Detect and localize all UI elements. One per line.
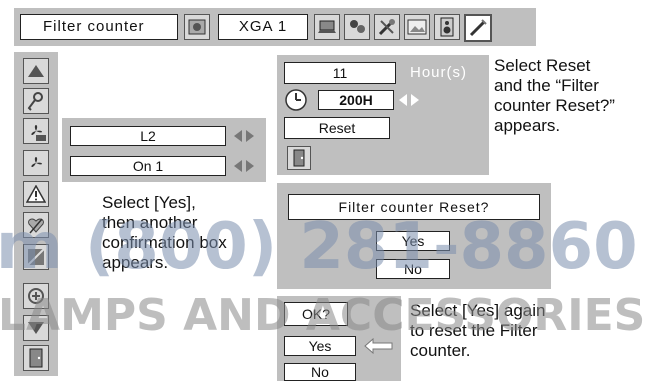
key-icon[interactable] [23, 88, 49, 114]
clock-icon [284, 88, 308, 112]
fan-off-icon[interactable] [23, 118, 49, 144]
left-arrow-icon [364, 337, 394, 359]
watermark-company: LAMPS AND ACCESSORIES [0, 290, 646, 341]
menu-title-box: Filter counter [20, 14, 178, 40]
warning-icon[interactable] [23, 181, 49, 207]
fan-filter-icon[interactable] [184, 14, 210, 40]
lamp-mode-field[interactable]: L2 [70, 126, 226, 146]
filter-mode-arrows[interactable] [233, 159, 255, 173]
interval-value: 200H [339, 92, 373, 108]
hours-unit-label: Hour(s) [410, 64, 468, 81]
interval-field[interactable]: 200H [318, 90, 394, 110]
hours-value: 11 [332, 65, 348, 81]
annotation-reset-line: counter Reset?” [494, 96, 615, 115]
filter-mode-field[interactable]: On 1 [70, 156, 226, 176]
interval-arrows[interactable] [398, 93, 420, 107]
hours-field: 11 [284, 62, 396, 84]
annotation-reset-line: Select Reset [494, 56, 591, 75]
speaker-icon[interactable] [434, 14, 460, 40]
menu-title: Filter counter [43, 18, 145, 35]
input-source-box: XGA 1 [218, 14, 308, 40]
laptop-icon[interactable] [314, 14, 340, 40]
filter-mode-value: On 1 [132, 158, 164, 174]
annotation-ok-line: counter. [410, 341, 471, 360]
fan-icon[interactable] [23, 150, 49, 176]
picture-icon[interactable] [404, 14, 430, 40]
ok-no-label: No [311, 364, 329, 380]
lamp-mode-value: L2 [140, 128, 156, 144]
annotation-reset-line: appears. [494, 116, 561, 135]
people-icon[interactable] [344, 14, 370, 40]
watermark-phone: m (800) 281-8860 [0, 210, 638, 284]
ok-no-button[interactable]: No [284, 363, 356, 381]
annotation-reset: Select Reset and the “Filter counter Res… [494, 56, 615, 136]
reset-button[interactable]: Reset [284, 117, 390, 139]
reset-button-label: Reset [318, 120, 356, 136]
lamp-mode-arrows[interactable] [233, 129, 255, 143]
annotation-reset-line: and the “Filter [494, 76, 599, 95]
triangle-up-icon[interactable] [23, 58, 49, 84]
exit-icon[interactable] [23, 345, 49, 371]
panel-exit-icon[interactable] [287, 146, 311, 170]
input-source-label: XGA 1 [238, 18, 288, 35]
tools-icon[interactable] [374, 14, 400, 40]
pencil-setting-icon[interactable] [464, 14, 492, 42]
